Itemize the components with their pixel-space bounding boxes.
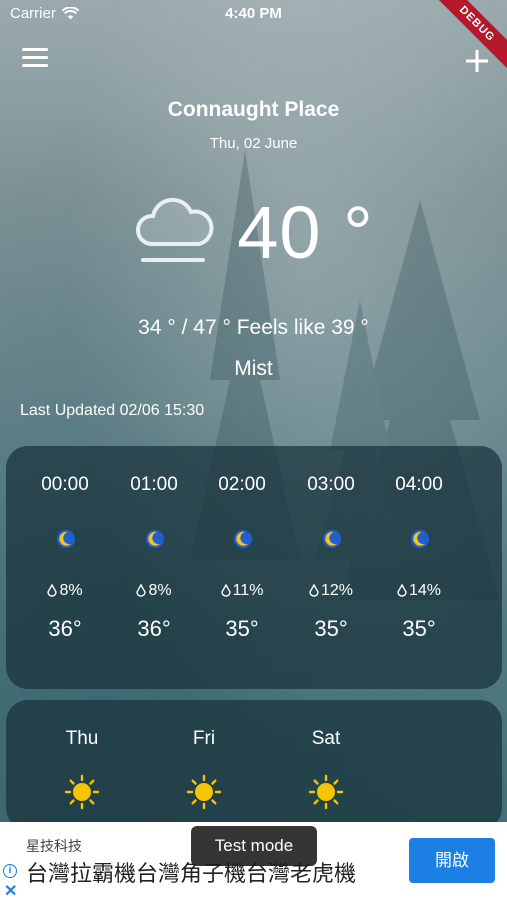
hour-time: 01:00 bbox=[130, 474, 178, 495]
moon-icon bbox=[234, 530, 252, 548]
info-icon[interactable]: i bbox=[3, 864, 17, 878]
ad-open-button[interactable]: 開啟 bbox=[409, 838, 495, 883]
sun-icon bbox=[64, 774, 100, 810]
hour-precip: 8% bbox=[59, 582, 83, 599]
hour-time: 04:00 bbox=[395, 474, 443, 495]
moon-icon bbox=[57, 530, 75, 548]
hourly-forecast-panel[interactable]: 00:00 8% 36° 01:00 8% 36° 02:00 11% 35° … bbox=[6, 446, 502, 689]
last-updated: Last Updated 02/06 15:30 bbox=[20, 402, 205, 419]
weather-condition: Mist bbox=[234, 357, 273, 380]
current-date: Thu, 02 June bbox=[209, 135, 298, 152]
city-name: Connaught Place bbox=[167, 98, 340, 121]
raindrop-icon bbox=[309, 584, 319, 597]
hour-temp: 36° bbox=[137, 616, 171, 641]
moon-icon bbox=[146, 530, 164, 548]
raindrop-icon bbox=[220, 584, 231, 597]
temp-range-feels-like: 34 ° / 47 ° Feels like 39 ° bbox=[138, 316, 369, 339]
day-name: Fri bbox=[192, 728, 216, 749]
plus-icon bbox=[466, 50, 488, 72]
status-bar: Carrier 4:40 PM bbox=[0, 0, 507, 28]
day-name: Sat bbox=[311, 728, 341, 749]
raindrop-icon bbox=[136, 584, 147, 597]
hour-temp: 35° bbox=[225, 616, 259, 641]
raindrop-icon bbox=[47, 584, 58, 597]
hamburger-icon bbox=[22, 48, 48, 51]
hour-precip: 12% bbox=[320, 582, 354, 599]
sun-icon bbox=[308, 774, 344, 810]
moon-icon bbox=[323, 530, 341, 548]
day-name: Thu bbox=[65, 728, 99, 749]
sun-icon bbox=[186, 774, 222, 810]
close-icon[interactable]: ✕ bbox=[4, 881, 17, 900]
hour-temp: 35° bbox=[402, 616, 436, 641]
moon-icon bbox=[411, 530, 429, 548]
hour-time: 03:00 bbox=[307, 474, 355, 495]
ad-brand: 星技科技 bbox=[26, 838, 82, 854]
current-weather: 40 ° bbox=[0, 190, 507, 275]
current-temperature: 40 ° bbox=[237, 191, 374, 274]
add-location-button[interactable] bbox=[465, 44, 489, 74]
hour-precip: 14% bbox=[408, 582, 442, 599]
daily-forecast-panel[interactable]: Thu Fri Sat bbox=[6, 700, 502, 830]
hour-precip: 8% bbox=[148, 582, 172, 599]
mist-icon bbox=[136, 197, 214, 262]
status-time: 4:40 PM bbox=[225, 5, 282, 22]
hour-time: 00:00 bbox=[41, 474, 89, 495]
hour-time: 02:00 bbox=[218, 474, 266, 495]
menu-button[interactable] bbox=[22, 48, 48, 70]
hour-temp: 35° bbox=[314, 616, 348, 641]
hour-temp: 36° bbox=[48, 616, 82, 641]
test-mode-toast: Test mode bbox=[191, 826, 317, 866]
hour-precip: 11% bbox=[232, 582, 264, 599]
raindrop-icon bbox=[397, 584, 407, 597]
